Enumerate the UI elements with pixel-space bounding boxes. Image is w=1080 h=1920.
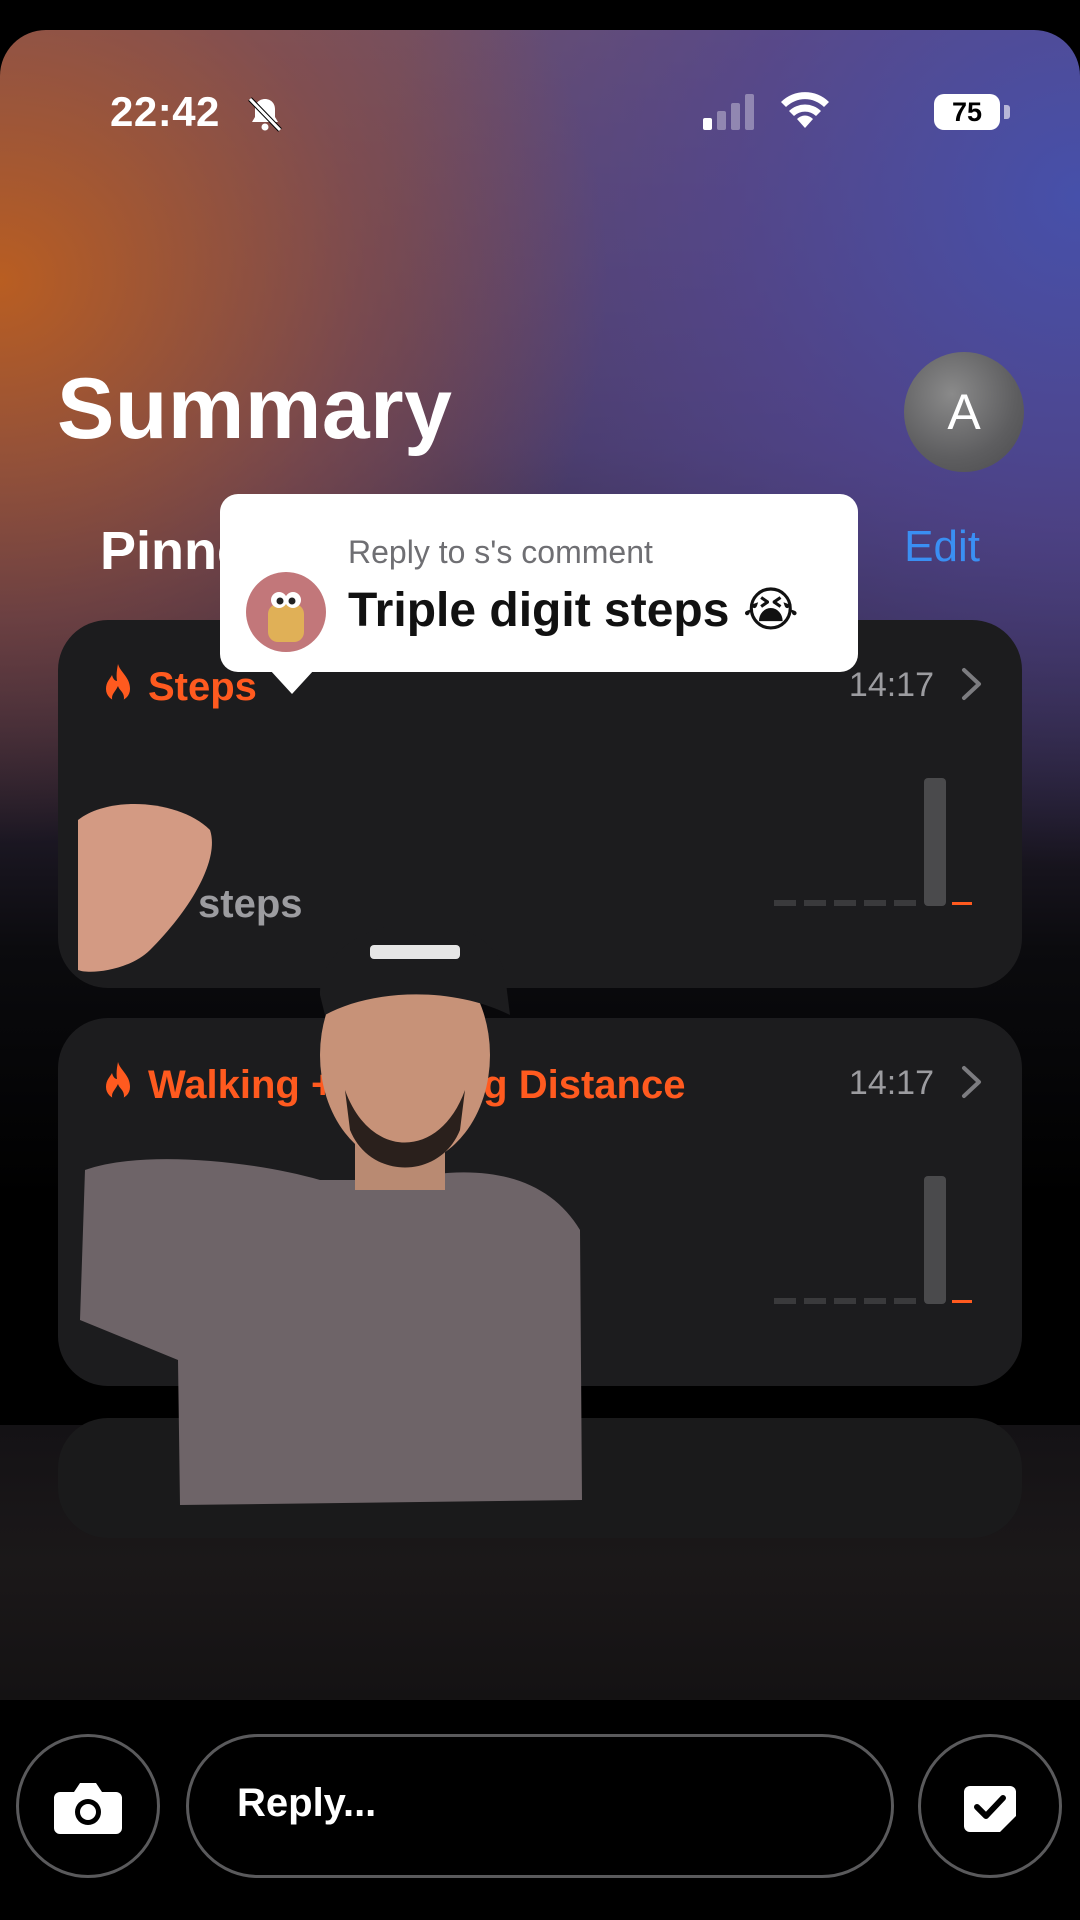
creator-cutout-image: [78, 803, 582, 1505]
flame-icon: [106, 664, 130, 704]
chart-bar: [834, 1298, 856, 1304]
camera-icon: [54, 1783, 122, 1834]
chart-bar: [924, 778, 946, 906]
comment-text: Triple digit steps 😭: [348, 584, 799, 637]
battery-icon: 75: [934, 94, 1010, 130]
card-time: 14:17: [848, 1064, 934, 1102]
chevron-right-icon[interactable]: [960, 666, 984, 702]
reply-placeholder: Reply...: [237, 1781, 377, 1825]
chart-bar: [774, 1298, 796, 1304]
chart-bar: [804, 1298, 826, 1304]
profile-avatar[interactable]: A: [904, 352, 1024, 472]
chart-bar-current: [952, 902, 972, 905]
comment-reply-bubble: Reply to s's comment Triple digit steps …: [220, 494, 858, 694]
chart-bar-current: [952, 1300, 972, 1303]
mini-bar-chart: [774, 778, 972, 906]
battery-cap: [1004, 105, 1010, 119]
chart-bar: [894, 1298, 916, 1304]
signal-icon: [703, 94, 754, 130]
chart-bar: [774, 900, 796, 906]
bubble-tail: [270, 670, 314, 694]
chart-bar: [864, 1298, 886, 1304]
bell-slash-icon: [248, 97, 282, 132]
status-time: 22:42: [110, 88, 220, 135]
mini-bar-chart: [774, 1176, 972, 1304]
chevron-right-icon[interactable]: [960, 1064, 984, 1100]
camera-button[interactable]: [16, 1734, 160, 1878]
chart-bar: [804, 900, 826, 906]
battery-level: 75: [934, 94, 1000, 130]
status-bar: 22:42 75: [110, 88, 1010, 138]
sticker-icon: [964, 1786, 1016, 1832]
commenter-avatar: [246, 572, 326, 652]
page-title: Summary: [57, 361, 453, 457]
sticker-button[interactable]: [918, 1734, 1062, 1878]
reply-to-label: Reply to s's comment: [348, 534, 653, 570]
reply-input[interactable]: Reply...: [186, 1734, 894, 1878]
card-time: 14:17: [848, 666, 934, 704]
chart-bar: [924, 1176, 946, 1304]
edit-button[interactable]: Edit: [904, 522, 980, 572]
chart-bar: [864, 900, 886, 906]
chart-bar: [834, 900, 856, 906]
chart-bar: [894, 900, 916, 906]
wifi-icon: [781, 92, 829, 128]
